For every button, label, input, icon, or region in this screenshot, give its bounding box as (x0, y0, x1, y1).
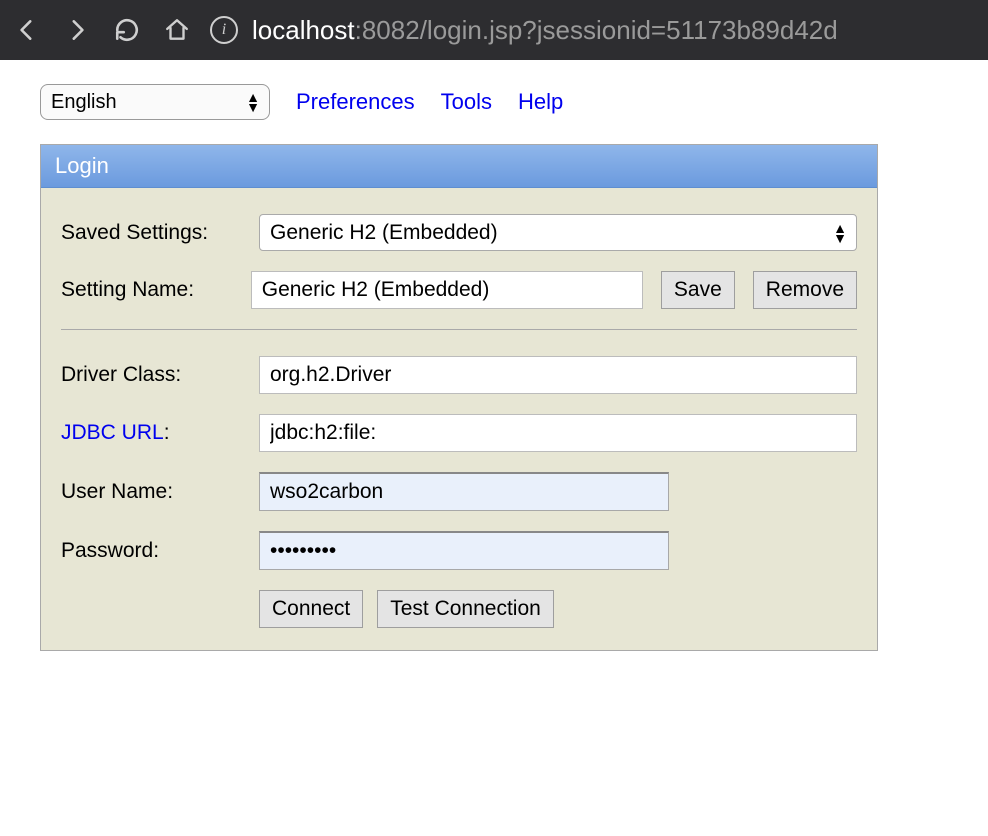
tools-link[interactable]: Tools (441, 89, 492, 115)
panel-body: Saved Settings: Generic H2 (Embedded) ▲▼… (41, 188, 877, 650)
jdbc-url-link[interactable]: JDBC URL (61, 421, 164, 444)
panel-title: Login (41, 145, 877, 188)
language-select[interactable]: English (40, 84, 270, 120)
login-panel: Login Saved Settings: Generic H2 (Embedd… (40, 144, 878, 651)
test-connection-button[interactable]: Test Connection (377, 590, 554, 628)
address-bar[interactable]: i localhost:8082/login.jsp?jsessionid=51… (210, 15, 838, 46)
url-host: localhost (252, 15, 355, 45)
saved-settings-row: Saved Settings: Generic H2 (Embedded) ▲▼ (61, 214, 857, 251)
saved-settings-select[interactable]: Generic H2 (Embedded) (259, 214, 857, 251)
driver-class-row: Driver Class: (61, 356, 857, 394)
url-text: localhost:8082/login.jsp?jsessionid=5117… (252, 15, 838, 46)
reload-icon[interactable] (114, 17, 140, 43)
driver-class-label: Driver Class: (61, 363, 241, 387)
preferences-link[interactable]: Preferences (296, 89, 415, 115)
jdbc-url-label: JDBC URL: (61, 421, 241, 445)
setting-name-label: Setting Name: (61, 278, 233, 302)
setting-name-row: Setting Name: Save Remove (61, 271, 857, 309)
setting-name-input[interactable] (251, 271, 643, 309)
connect-button[interactable]: Connect (259, 590, 363, 628)
jdbc-url-row: JDBC URL: (61, 414, 857, 452)
help-link[interactable]: Help (518, 89, 563, 115)
page-body: English ▲▼ Preferences Tools Help Login … (0, 60, 988, 675)
user-name-row: User Name: (61, 472, 857, 511)
password-row: Password: (61, 531, 857, 570)
saved-settings-label: Saved Settings: (61, 221, 241, 245)
driver-class-input[interactable] (259, 356, 857, 394)
nav-icons (14, 17, 190, 43)
user-name-input[interactable] (259, 472, 669, 511)
user-name-label: User Name: (61, 480, 241, 504)
site-info-icon[interactable]: i (210, 16, 238, 44)
password-input[interactable] (259, 531, 669, 570)
divider (61, 329, 857, 330)
password-label: Password: (61, 539, 241, 563)
save-button[interactable]: Save (661, 271, 735, 309)
back-icon[interactable] (14, 17, 40, 43)
action-buttons: Connect Test Connection (259, 590, 857, 628)
url-path: :8082/login.jsp?jsessionid=51173b89d42d (355, 15, 838, 45)
browser-toolbar: i localhost:8082/login.jsp?jsessionid=51… (0, 0, 988, 60)
jdbc-url-input[interactable] (259, 414, 857, 452)
remove-button[interactable]: Remove (753, 271, 857, 309)
forward-icon[interactable] (64, 17, 90, 43)
top-toolbar: English ▲▼ Preferences Tools Help (40, 84, 948, 120)
home-icon[interactable] (164, 17, 190, 43)
